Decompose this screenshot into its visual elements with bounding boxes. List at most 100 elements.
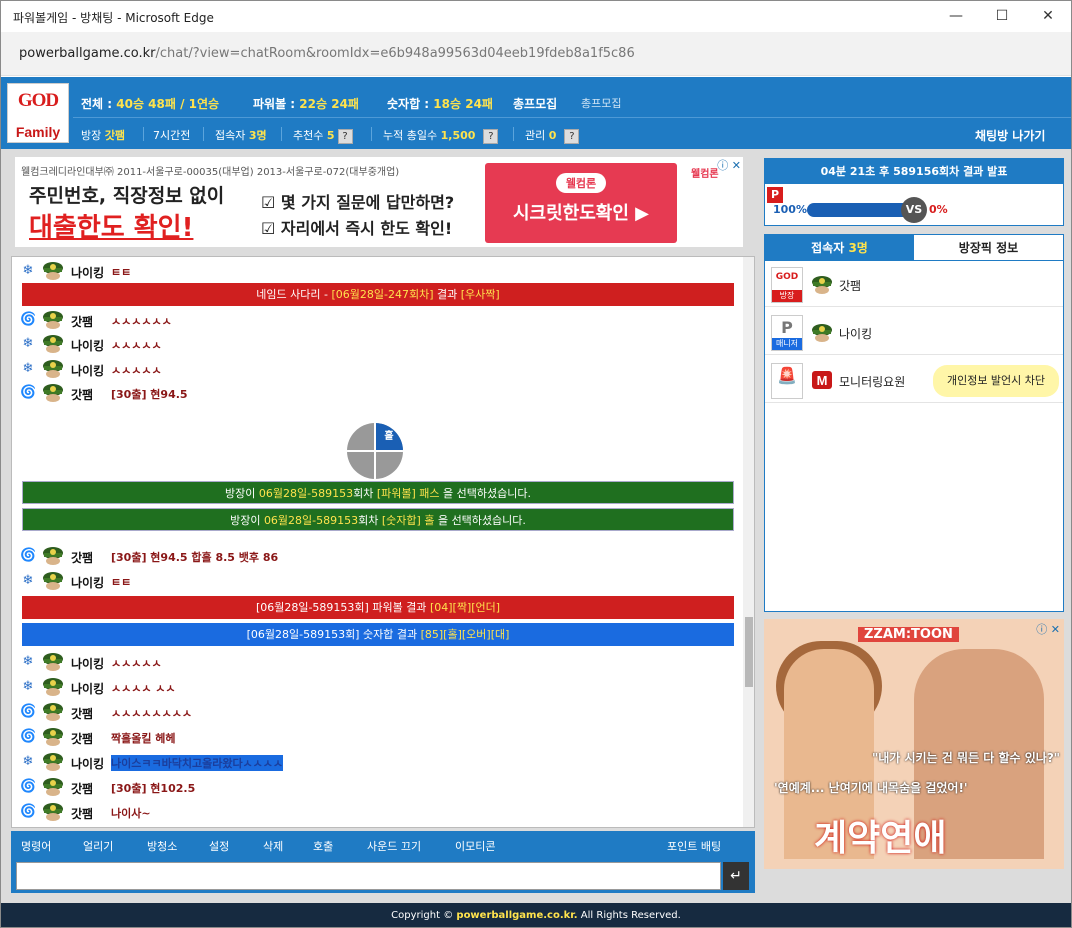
point-bet-button[interactable]: 포인트 배팅 xyxy=(667,838,721,854)
message-username[interactable]: 갓팸 xyxy=(71,705,93,722)
message-username[interactable]: 나이킹 xyxy=(71,362,104,379)
help-icon[interactable]: ? xyxy=(564,128,580,144)
message-text: ㅅㅅㅅㅅ ㅅㅅ xyxy=(111,682,176,695)
message-text: ㅌㅌ xyxy=(111,576,132,589)
bar-highlight: [파워볼] 패스 xyxy=(376,487,440,500)
chat-input[interactable] xyxy=(16,862,721,890)
swirl-icon: 🌀 xyxy=(20,804,37,819)
message-username[interactable]: 갓팸 xyxy=(71,313,93,330)
chat-message: ❄ 나이킹 ㅅㅅㅅㅅ ㅅㅅ xyxy=(20,674,740,698)
message-username[interactable]: 나이킹 xyxy=(71,264,104,281)
chat-menu-item[interactable]: 사운드 끄기 xyxy=(367,838,421,854)
tab1-count: 3명 xyxy=(848,241,868,255)
total-value: 40승 48패 / 1연승 xyxy=(116,97,220,111)
bar-text: 을 선택하셨습니다. xyxy=(439,487,531,500)
ad-close-icon[interactable]: ⓘ ✕ xyxy=(717,157,741,173)
message-text: 나이스ㅋㅋ바닥치고올라왔다ㅅㅅㅅㅅ xyxy=(111,755,284,771)
exit-room-button[interactable]: 채팅방 나가기 xyxy=(975,127,1045,144)
message-username[interactable]: 갓팸 xyxy=(71,549,93,566)
avatar xyxy=(42,545,64,565)
chat-menu: 명령어 얼리기 방청소 설정 삭제 호출 사운드 끄기 이모티콘 포인트 배팅 xyxy=(11,831,755,859)
avatar xyxy=(42,651,64,671)
chat-menu-item[interactable]: 이모티콘 xyxy=(455,838,495,854)
avatar xyxy=(42,701,64,721)
bar-highlight: [85] xyxy=(420,628,444,641)
chat-message: ❄ 나이킹 ㅅㅅㅅㅅㅅ xyxy=(20,356,740,380)
user-tooltip: 개인정보 발언시 차단 xyxy=(933,365,1059,397)
chat-message: 🌀 갓팸 ㅅㅅㅅㅅㅅㅅㅅㅅ xyxy=(20,699,740,723)
ad-close-icon[interactable]: ⓘ ✕ xyxy=(1036,621,1060,637)
ad-quote2: '연예계... 난여기에 내목숨을 걸었어!' xyxy=(774,781,968,795)
message-username[interactable]: 갓팸 xyxy=(71,730,93,747)
chat-message: 🌀 갓팸 나이사~ xyxy=(20,799,740,823)
total-stat: 전체 : 40승 48패 / 1연승 xyxy=(81,95,219,112)
chat-panel: ❄ 나이킹 ㅌㅌ 네임드 사다리 - [06월28일-247회차] 결과 [우사짝] 🌀… xyxy=(11,256,755,828)
user-name[interactable]: 갓팸 xyxy=(839,277,861,294)
chat-menu-item[interactable]: 얼리기 xyxy=(83,838,113,854)
ad-cta-button[interactable]: 웰컴론 시크릿한도확인 ▶ xyxy=(485,163,677,243)
message-username[interactable]: 나이킹 xyxy=(71,655,104,672)
user-name[interactable]: 나이킹 xyxy=(839,325,872,342)
divider xyxy=(513,127,514,141)
chat-menu-item[interactable]: 명령어 xyxy=(21,838,51,854)
chat-menu-item[interactable]: 삭제 xyxy=(263,838,283,854)
ad-quote1: "내가 시키는 건 뭐든 다 할수 있나?" xyxy=(872,751,1061,765)
recruit-link[interactable]: 총프모집 xyxy=(513,95,557,112)
bar-text: 회차 xyxy=(358,514,382,527)
message-username[interactable]: 나이킹 xyxy=(71,680,104,697)
recruit-small[interactable]: 총프모집 xyxy=(581,95,621,111)
result-panel: 04분 21초 후 589156회차 결과 발표 P 100% VS 0% xyxy=(764,158,1064,226)
svg-text:M: M xyxy=(817,373,828,388)
top-advertisement[interactable]: 웰컴크레디라인대부㈜ 2011-서울구로-00035(대부업) 2013-서울구… xyxy=(15,157,743,247)
message-text: [30출] 현102.5 xyxy=(111,782,196,795)
chat-menu-item[interactable]: 호출 xyxy=(313,838,333,854)
avatar xyxy=(42,801,64,821)
message-username[interactable]: 나이킹 xyxy=(71,337,104,354)
ad-headline-red: 대출한도 확인! xyxy=(29,213,194,243)
ad-brand: ZZAM:TOON xyxy=(858,627,959,642)
user-name[interactable]: 모니터링요원 xyxy=(839,373,905,390)
message-text: ㅅㅅㅅㅅㅅ xyxy=(111,657,162,670)
help-icon[interactable]: ? xyxy=(337,128,353,144)
close-icon[interactable]: ✕ xyxy=(1025,1,1071,32)
chat-menu-item[interactable]: 설정 xyxy=(209,838,229,854)
send-icon[interactable]: ↵ xyxy=(723,862,749,890)
bar-text: 회차 xyxy=(353,487,377,500)
minimize-icon[interactable]: — xyxy=(933,1,979,32)
snowflake-icon: ❄ xyxy=(22,573,34,588)
message-text: ㅅㅅㅅㅅㅅ xyxy=(111,364,162,377)
chat-menu-item[interactable]: 방청소 xyxy=(147,838,177,854)
tab-owner-pick[interactable]: 방장픽 정보 xyxy=(914,235,1063,261)
user-row[interactable]: GOD 방장 갓팸 xyxy=(765,261,1063,307)
url-text[interactable]: powerballgame.co.kr/chat/?view=chatRoom&… xyxy=(19,46,635,61)
tab-connected-users[interactable]: 접속자 3명 xyxy=(765,235,914,261)
divider xyxy=(281,127,282,141)
footer-site[interactable]: powerballgame.co.kr. xyxy=(456,910,577,921)
system-bar: 방장이 06월28일-589153회차 [숫자합] 홀 을 선택하셨습니다. xyxy=(22,508,734,531)
address-bar[interactable]: powerballgame.co.kr/chat/?view=chatRoom&… xyxy=(1,32,1071,76)
chat-message: ❄ 나이킹 ㅌㅌ xyxy=(20,258,740,282)
message-text: ㅌㅌ xyxy=(111,266,132,279)
bar-highlight: [06월28일-247회차] xyxy=(331,288,434,301)
side-advertisement[interactable]: ZZAM:TOON "내가 시키는 건 뭐든 다 할수 있나?" '연예계...… xyxy=(764,619,1064,869)
footer: Copyright © powerballgame.co.kr. All Rig… xyxy=(1,903,1071,927)
user-row[interactable]: P 매니저 나이킹 xyxy=(765,309,1063,355)
admin-label: 관리 xyxy=(525,129,546,142)
chat-scrollbar[interactable] xyxy=(743,257,754,827)
user-badge: 🚨 xyxy=(771,363,803,399)
help-icon[interactable]: ? xyxy=(483,128,499,144)
message-username[interactable]: 나이킹 xyxy=(71,574,104,591)
message-username[interactable]: 나이킹 xyxy=(71,755,104,772)
owner-label: 방장 xyxy=(81,129,102,142)
system-bar: [06월28일-589153회] 파워볼 결과 [04][짝][언더] xyxy=(22,596,734,619)
maximize-icon[interactable]: ☐ xyxy=(979,1,1025,32)
scroll-thumb[interactable] xyxy=(745,617,753,687)
bar-highlight: [우사짝] xyxy=(460,288,500,301)
user-row[interactable]: 🚨 M 모니터링요원 개인정보 발언시 차단 xyxy=(765,357,1063,403)
message-username[interactable]: 갓팸 xyxy=(71,780,93,797)
swirl-icon: 🌀 xyxy=(20,779,37,794)
swirl-icon: 🌀 xyxy=(20,729,37,744)
message-text: ㅅㅅㅅㅅㅅㅅ xyxy=(111,315,172,328)
message-username[interactable]: 갓팸 xyxy=(71,386,93,403)
message-username[interactable]: 갓팸 xyxy=(71,805,93,822)
